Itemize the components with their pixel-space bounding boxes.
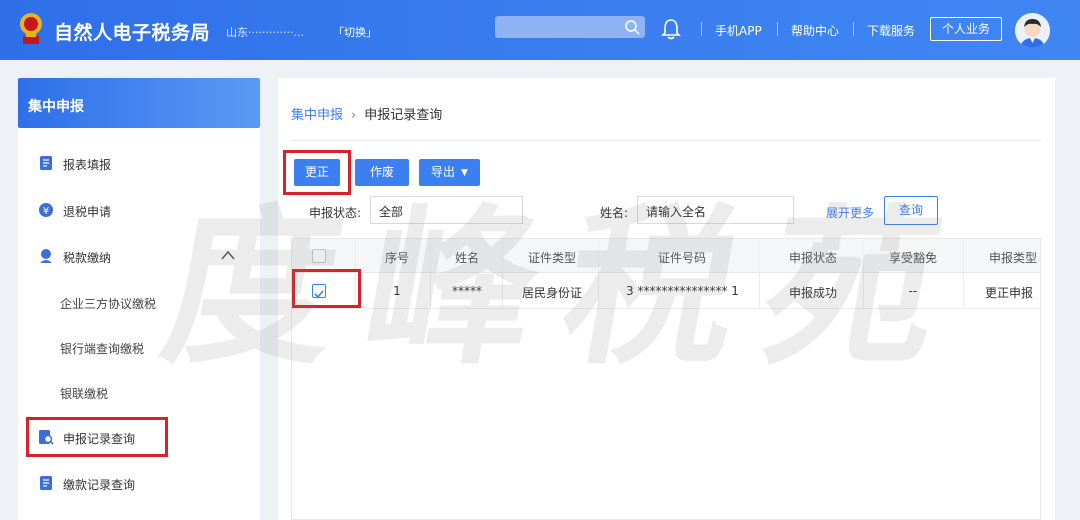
select-all-checkbox[interactable] <box>312 249 326 263</box>
records-table: 序号 姓名 证件类型 证件号码 申报状态 享受豁免 申报类型 1 ***** 居… <box>291 238 1041 520</box>
sidebar-subitem-three-party-payment[interactable]: 企业三方协议缴税 <box>60 295 156 312</box>
download-service-link[interactable]: 下载服务 <box>867 22 915 39</box>
column-header-index: 序号 <box>384 251 409 265</box>
name-filter-label: 姓名: <box>600 206 629 220</box>
highlight-box-record-query <box>26 417 168 457</box>
refund-icon: ¥ <box>39 203 53 217</box>
breadcrumb-root-link[interactable]: 集中申报 <box>291 108 343 123</box>
document-icon <box>40 156 52 170</box>
caret-down-icon: ▼ <box>461 168 468 178</box>
divider <box>291 140 1041 141</box>
top-header: 自然人电子税务局 山东·············... 「切换」 手机APP 帮… <box>0 0 1080 60</box>
sidebar-item-label: 缴款记录查询 <box>63 478 136 492</box>
export-button-label: 导出 <box>431 165 456 179</box>
bell-icon[interactable] <box>661 18 681 40</box>
column-header-id-number: 证件号码 <box>657 251 706 265</box>
query-button[interactable]: 查询 <box>884 196 938 225</box>
help-center-link[interactable]: 帮助中心 <box>791 22 839 39</box>
breadcrumb: 集中申报 › 申报记录查询 <box>291 104 442 123</box>
column-header-id-type: 证件类型 <box>527 251 576 265</box>
column-header-status: 申报状态 <box>788 251 837 265</box>
personal-business-button[interactable]: 个人业务 <box>930 17 1002 41</box>
highlight-box-correct <box>283 150 351 195</box>
sidebar-item-tax-refund[interactable]: ¥ 退税申请 <box>18 195 260 225</box>
highlight-box-row-checkbox <box>292 269 361 308</box>
tax-emblem-icon <box>20 13 42 44</box>
document-icon <box>40 476 52 490</box>
switch-region-link[interactable]: 「切换」 <box>333 24 377 40</box>
user-avatar-icon <box>1015 13 1050 48</box>
cell-status: 申报成功 <box>788 286 837 300</box>
chevron-up-icon[interactable] <box>221 250 235 260</box>
app-title: 自然人电子税务局 <box>54 22 211 44</box>
sidebar-item-payment-record-query[interactable]: 缴款记录查询 <box>18 468 260 498</box>
main-panel: 集中申报 › 申报记录查询 更正 作废 导出 ▼ 申报状态: 全部 姓名: 请输入全名… <box>278 78 1055 520</box>
sidebar-item-tax-payment[interactable]: 税款缴纳 <box>18 241 260 271</box>
sidebar-subitem-bank-query-payment[interactable]: 银行端查询缴税 <box>60 340 144 357</box>
cell-type: 更正申报 <box>984 286 1033 300</box>
header-separator <box>701 22 702 36</box>
status-filter-label: 申报状态: <box>309 206 362 220</box>
mobile-app-link[interactable]: 手机APP <box>715 22 762 39</box>
column-header-type: 申报类型 <box>988 251 1037 265</box>
cell-index: 1 <box>393 284 401 298</box>
cell-id-type: 居民身份证 <box>521 286 582 300</box>
sidebar-item-report-filling[interactable]: 报表填报 <box>18 148 260 178</box>
name-filter-input[interactable]: 请输入全名 <box>637 196 794 224</box>
region-label: 山东·············... <box>226 26 304 39</box>
breadcrumb-current: 申报记录查询 <box>364 108 443 123</box>
sidebar-item-label: 报表填报 <box>63 158 112 172</box>
status-filter-select[interactable]: 全部 <box>370 196 523 224</box>
cell-name: ***** <box>452 284 482 298</box>
column-header-name: 姓名 <box>454 251 479 265</box>
expand-more-link[interactable]: 展开更多 <box>826 204 874 221</box>
payment-icon <box>40 249 52 263</box>
sidebar-item-label: 退税申请 <box>63 205 112 219</box>
sidebar-item-label: 税款缴纳 <box>63 251 112 265</box>
table-row[interactable]: 1 ***** 居民身份证 3 *************** 1 申报成功 -… <box>292 273 1040 309</box>
export-button[interactable]: 导出 ▼ <box>419 159 480 186</box>
svg-text:¥: ¥ <box>43 206 49 217</box>
column-header-exempt: 享受豁免 <box>888 251 937 265</box>
void-button[interactable]: 作废 <box>355 159 409 186</box>
table-header: 序号 姓名 证件类型 证件号码 申报状态 享受豁免 申报类型 <box>292 239 1040 273</box>
search-icon[interactable] <box>623 18 641 36</box>
cell-id-number: 3 *************** 1 <box>626 284 739 298</box>
header-search-input[interactable] <box>495 16 645 38</box>
header-separator <box>777 22 778 36</box>
cell-exempt: -- <box>908 284 918 298</box>
avatar[interactable] <box>1015 13 1050 48</box>
header-separator <box>853 22 854 36</box>
breadcrumb-separator: › <box>351 108 357 123</box>
sidebar-subitem-unionpay-payment[interactable]: 银联缴税 <box>60 385 108 402</box>
sidebar-title[interactable]: 集中申报 <box>18 78 260 128</box>
